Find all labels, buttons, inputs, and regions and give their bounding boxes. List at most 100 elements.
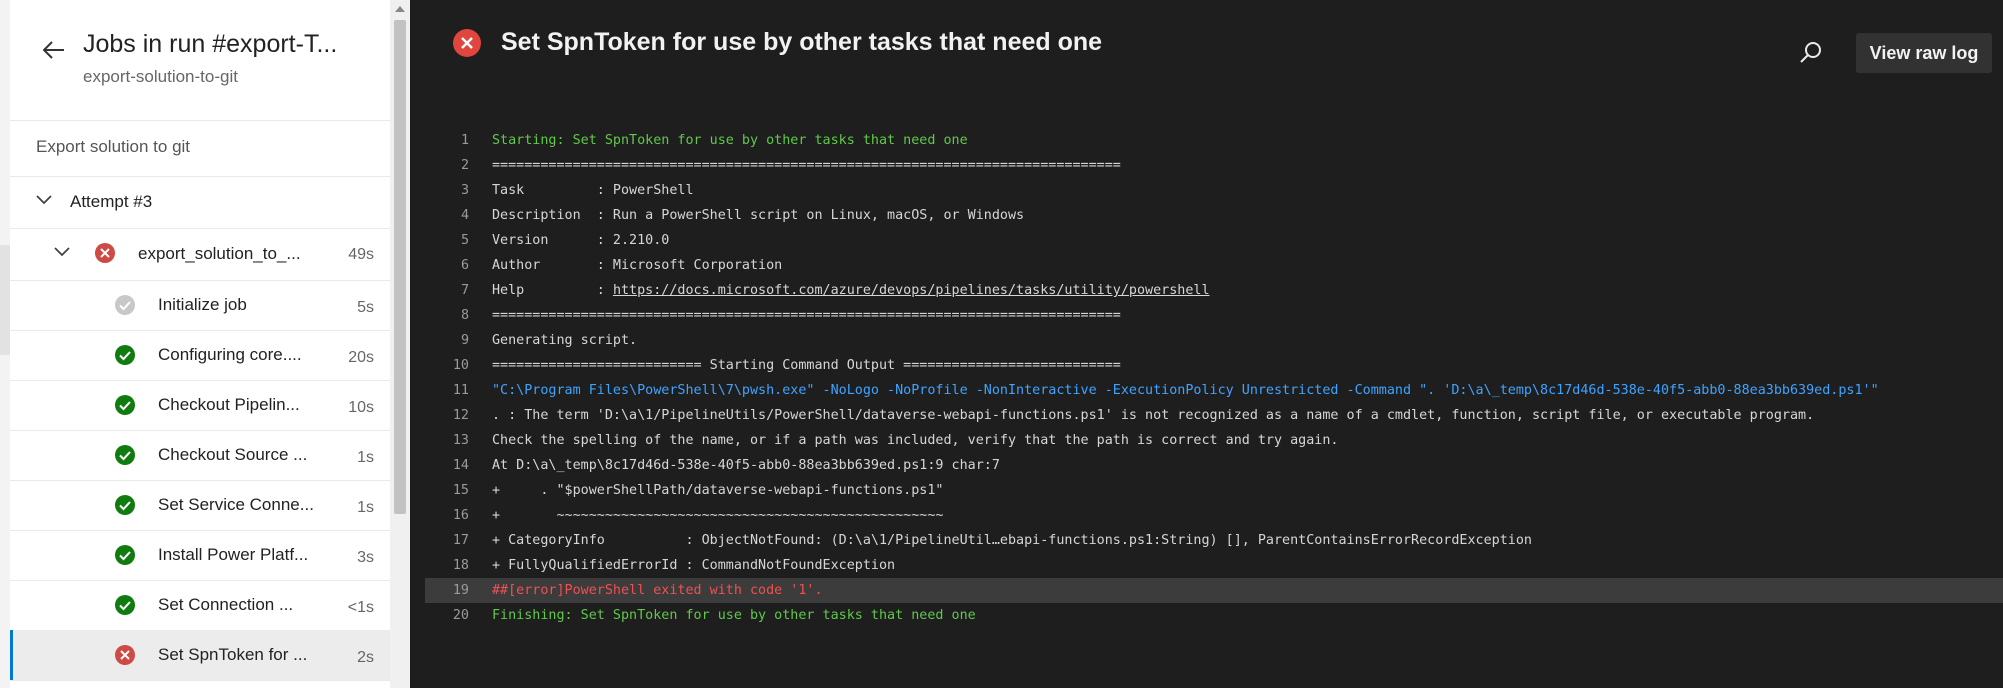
line-content: + CategoryInfo : ObjectNotFound: (D:\a\1… xyxy=(492,533,1532,548)
line-text: Description : Run a PowerShell script on… xyxy=(492,203,1024,228)
line-number: 15 xyxy=(452,483,469,498)
step-duration: 1s xyxy=(357,449,374,466)
line-text: + FullyQualifiedErrorId : CommandNotFoun… xyxy=(492,553,895,578)
step-label: Initialize job xyxy=(158,295,247,314)
step-label: Install Power Platf... xyxy=(158,545,309,564)
step-row[interactable]: Install Power Platf... 3s xyxy=(10,530,390,580)
scrollbar-thumb[interactable] xyxy=(394,20,406,514)
scroll-up-arrow-icon[interactable] xyxy=(395,6,405,12)
line-text: ========================== Starting Comm… xyxy=(492,353,1121,378)
jobs-sidebar: Jobs in run #export-T... export-solution… xyxy=(10,0,391,688)
line-content: Version : 2.210.0 xyxy=(492,233,670,248)
success-icon xyxy=(115,395,135,415)
line-text: + ~~~~~~~~~~~~~~~~~~~~~~~~~~~~~~~~~~~~~~… xyxy=(492,503,943,528)
line-number: 18 xyxy=(452,558,469,573)
line-number: 20 xyxy=(452,608,469,623)
step-row[interactable]: Set Connection ... <1s xyxy=(10,580,390,630)
step-label: Set SpnToken for ... xyxy=(158,645,308,664)
step-duration: 3s xyxy=(357,549,374,566)
log-line: 12 . : The term 'D:\a\1/PipelineUtils/Pow… xyxy=(425,403,2003,428)
step-row[interactable]: Initialize job 5s xyxy=(10,280,390,330)
line-text: + CategoryInfo : ObjectNotFound: (D:\a\1… xyxy=(492,528,1532,553)
step-row[interactable]: Set SpnToken for ... 2s xyxy=(10,630,390,680)
step-label: Checkout Pipelin... xyxy=(158,395,300,414)
chevron-down-icon xyxy=(54,247,70,257)
line-number: 10 xyxy=(452,358,469,373)
job-row[interactable]: export_solution_to_... 49s xyxy=(10,228,390,280)
line-number: 4 xyxy=(460,208,469,223)
line-number: 13 xyxy=(452,433,469,448)
line-text: Check the spelling of the name, or if a … xyxy=(492,428,1339,453)
step-duration: <1s xyxy=(347,599,374,616)
line-number: 7 xyxy=(460,283,469,298)
line-number: 1 xyxy=(460,133,469,148)
log-line: 8 =======================================… xyxy=(425,303,2003,328)
success-icon xyxy=(115,595,135,615)
log-line: 4 Description : Run a PowerShell script o… xyxy=(425,203,2003,228)
log-line: 14 At D:\a\_temp\8c17d46d-538e-40f5-abb0-… xyxy=(425,453,2003,478)
line-content: ========================================… xyxy=(492,308,1121,323)
line-number: 2 xyxy=(460,158,469,173)
line-content: "C:\Program Files\PowerShell\7\pwsh.exe"… xyxy=(492,383,1879,398)
line-content: Starting: Set SpnToken for use by other … xyxy=(492,133,968,148)
line-number: 9 xyxy=(460,333,469,348)
log-line: 11 "C:\Program Files\PowerShell\7\pwsh.ex… xyxy=(425,378,2003,403)
back-button[interactable] xyxy=(38,34,70,66)
line-content: Description : Run a PowerShell script on… xyxy=(492,208,1025,223)
attempt-row[interactable]: Attempt #3 xyxy=(10,176,390,228)
step-row[interactable]: Configuring core.... 20s xyxy=(10,330,390,380)
line-number: 19 xyxy=(452,583,469,598)
failed-icon xyxy=(95,243,115,263)
log-title: Set SpnToken for use by other tasks that… xyxy=(501,28,1103,56)
search-button[interactable] xyxy=(1798,40,1826,68)
line-text: + . "$powerShellPath/dataverse-webapi-fu… xyxy=(492,478,943,503)
view-raw-log-button[interactable]: View raw log xyxy=(1856,33,1992,73)
line-content: Author : Microsoft Corporation xyxy=(492,258,783,273)
step-row[interactable]: Set Service Conne... 1s xyxy=(10,480,390,530)
line-content: ##[error]PowerShell exited with code '1'… xyxy=(492,583,823,598)
log-line: 9 Generating script. xyxy=(425,328,2003,353)
divider xyxy=(10,680,390,681)
log-line: 15 + . "$powerShellPath/dataverse-webapi-… xyxy=(425,478,2003,503)
window-edge-strip xyxy=(0,0,10,688)
line-content: + ~~~~~~~~~~~~~~~~~~~~~~~~~~~~~~~~~~~~~~… xyxy=(492,508,944,523)
line-text: . : The term 'D:\a\1/PipelineUtils/Power… xyxy=(492,403,1814,428)
attempt-label: Attempt #3 xyxy=(70,192,153,211)
line-text: Finishing: Set SpnToken for use by other… xyxy=(492,603,976,628)
step-duration: 5s xyxy=(357,299,374,316)
help-link[interactable]: https://docs.microsoft.com/azure/devops/… xyxy=(613,283,1210,298)
divider xyxy=(10,120,390,121)
search-icon xyxy=(1800,42,1821,63)
step-duration: 10s xyxy=(348,399,374,416)
step-row[interactable]: Checkout Pipelin... 10s xyxy=(10,380,390,430)
log-line: 3 Task : PowerShell xyxy=(425,178,2003,203)
line-number: 17 xyxy=(452,533,469,548)
success-icon xyxy=(115,495,135,515)
line-number: 11 xyxy=(452,383,469,398)
line-content: . : The term 'D:\a\1/PipelineUtils/Power… xyxy=(492,408,1815,423)
log-line: 2 =======================================… xyxy=(425,153,2003,178)
step-row[interactable]: Checkout Source ... 1s xyxy=(10,430,390,480)
log-line: 7 Help : https://docs.microsoft.com/azure… xyxy=(425,278,2003,303)
line-number: 8 xyxy=(460,308,469,323)
log-line: 10 ========================== Starting Co… xyxy=(425,353,2003,378)
line-text: Version : 2.210.0 xyxy=(492,228,669,253)
arrow-left-icon xyxy=(43,41,64,59)
line-text: Task : PowerShell xyxy=(492,178,694,203)
sidebar-scrollbar[interactable] xyxy=(390,0,410,688)
log-line: 20 Finishing: Set SpnToken for use by oth… xyxy=(425,603,2003,628)
success-icon xyxy=(115,345,135,365)
line-content: Finishing: Set SpnToken for use by other… xyxy=(492,608,976,623)
log-line: 6 Author : Microsoft Corporation xyxy=(425,253,2003,278)
step-label: Set Connection ... xyxy=(158,595,294,614)
line-number: 5 xyxy=(460,233,469,248)
line-text: Starting: Set SpnToken for use by other … xyxy=(492,128,968,153)
success-icon xyxy=(115,445,135,465)
step-duration: 20s xyxy=(348,349,374,366)
log-line: 16 + ~~~~~~~~~~~~~~~~~~~~~~~~~~~~~~~~~~~~… xyxy=(425,503,2003,528)
line-number: 6 xyxy=(460,258,469,273)
line-content: ========================================… xyxy=(492,158,1121,173)
log-line: 18 + FullyQualifiedErrorId : CommandNotFo… xyxy=(425,553,2003,578)
line-content: ========================== Starting Comm… xyxy=(492,358,1121,373)
failed-icon xyxy=(453,29,481,57)
